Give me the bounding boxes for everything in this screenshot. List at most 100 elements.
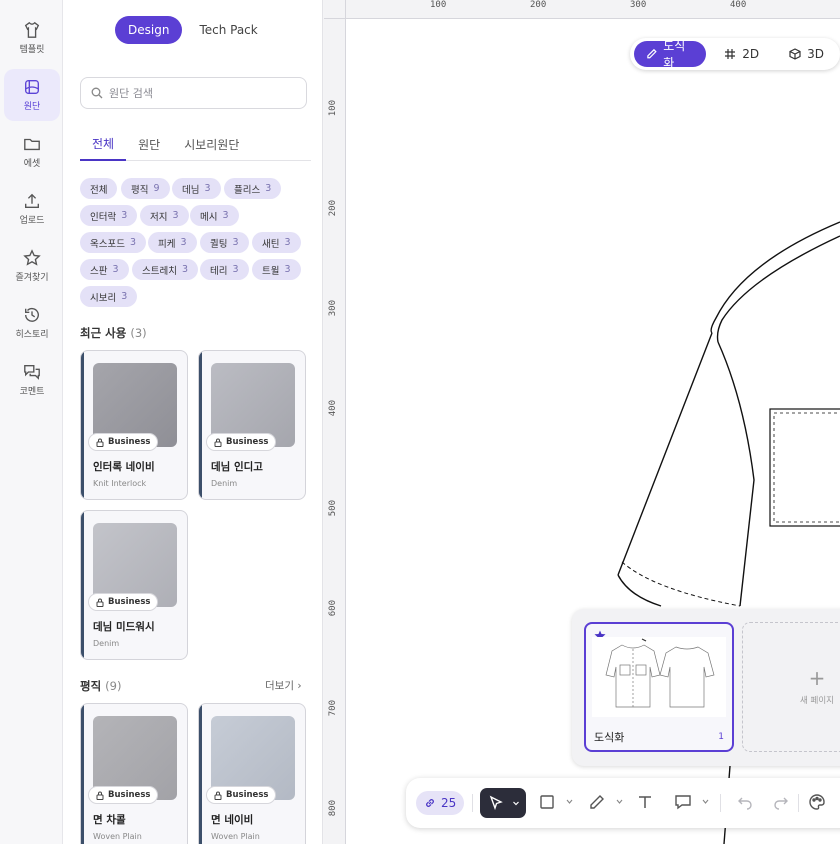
tab-rib-fabric[interactable]: 시보리원단 xyxy=(172,128,251,161)
filter-chip[interactable]: 시보리 3 xyxy=(80,286,138,307)
filter-chip[interactable]: 플리스 3 xyxy=(224,178,282,199)
rail-item-history[interactable]: 히스토리 xyxy=(4,297,60,349)
star-icon xyxy=(23,249,41,266)
filter-chip[interactable]: 퀼팅 3 xyxy=(200,232,249,253)
plus-icon: + xyxy=(808,666,826,690)
chevron-down-icon[interactable] xyxy=(566,799,573,804)
new-page-button[interactable]: + 새 페이지 xyxy=(742,622,840,752)
fabric-card[interactable]: Business 면 차콜 Woven Plain xyxy=(80,703,188,844)
filter-chip[interactable]: 저지 3 xyxy=(140,205,189,226)
fabric-panel: Design Tech Pack 전체 원단 시보리원단 전체 평직9 데님3 … xyxy=(63,0,323,844)
fabric-card[interactable]: Business 데님 미드워시 Denim xyxy=(80,510,188,660)
sketch-view-button[interactable]: 도식화 xyxy=(634,39,707,70)
fabric-name: 인터록 네이비 xyxy=(93,461,155,473)
ruler-mark: 200 xyxy=(328,200,338,217)
rail-item-assets[interactable]: 에셋 xyxy=(4,126,60,178)
grid-icon xyxy=(725,49,736,59)
chip-label: 테리 xyxy=(210,265,228,277)
select-tool-button[interactable] xyxy=(480,788,526,818)
fabric-card[interactable]: Business 인터록 네이비 Knit Interlock xyxy=(80,350,188,500)
filter-chip[interactable]: 옥스포드 3 xyxy=(80,232,147,253)
design-canvas[interactable]: 100 200 300 400 100 200 300 400 500 600 … xyxy=(324,0,840,844)
filter-chip[interactable]: 피케 3 xyxy=(148,232,197,253)
rail-item-favorites[interactable]: 즐겨찾기 xyxy=(4,240,60,292)
fabric-card[interactable]: Business 면 네이비 Woven Plain xyxy=(198,703,306,844)
page-number: 1 xyxy=(718,732,724,742)
pencil-icon xyxy=(647,48,657,59)
cursor-icon xyxy=(489,795,503,811)
chip-label: 새틴 xyxy=(262,238,280,250)
see-more-link[interactable]: 더보기 › xyxy=(265,678,302,693)
new-page-label: 새 페이지 xyxy=(800,696,834,706)
filter-chip[interactable]: 전체 xyxy=(80,178,118,199)
folder-icon xyxy=(24,138,40,151)
icon-rail: 템플릿 원단 에셋 업로드 즐겨찾기 히스토리 코멘트 xyxy=(0,0,63,844)
redo-icon[interactable] xyxy=(772,793,790,811)
chevron-down-icon[interactable] xyxy=(616,799,623,804)
chip-count: 3 xyxy=(265,183,272,194)
chevron-down-icon[interactable] xyxy=(702,799,709,804)
fabric-card[interactable]: Business 데님 인디고 Denim xyxy=(198,350,306,500)
chip-label: 트윌 xyxy=(262,265,280,277)
chip-label: 피케 xyxy=(158,238,176,250)
zoom-control[interactable]: 25 xyxy=(416,791,465,815)
ruler-mark: 100 xyxy=(430,0,447,10)
rail-label: 코멘트 xyxy=(19,387,45,397)
mode-switch: Design Tech Pack xyxy=(115,16,271,44)
rail-item-upload[interactable]: 업로드 xyxy=(4,183,60,235)
zoom-value: 25 xyxy=(441,796,457,810)
comment-icon xyxy=(24,365,40,380)
plain-count: (9) xyxy=(105,679,122,693)
chip-count: 3 xyxy=(121,210,128,221)
tab-fabric[interactable]: 원단 xyxy=(126,128,172,161)
tab-all[interactable]: 전체 xyxy=(80,128,127,161)
comment-icon[interactable] xyxy=(674,793,692,811)
rail-item-fabric[interactable]: 원단 xyxy=(4,69,60,121)
page-thumbnail[interactable]: 도식화 1 xyxy=(584,622,734,752)
filter-chip[interactable]: 트윌 3 xyxy=(252,259,301,280)
business-badge: Business xyxy=(206,786,277,804)
2d-view-button[interactable]: 2D xyxy=(712,41,771,67)
rail-label: 원단 xyxy=(23,102,41,112)
lock-icon xyxy=(96,598,104,607)
chip-label: 메시 xyxy=(200,211,218,223)
rail-item-templates[interactable]: 템플릿 xyxy=(4,12,60,64)
filter-chip[interactable]: 데님 3 xyxy=(172,178,221,199)
chip-label: 평직 xyxy=(131,184,149,196)
text-icon[interactable] xyxy=(636,793,654,811)
lock-icon xyxy=(96,791,104,800)
chip-count: 3 xyxy=(284,237,291,248)
chip-label: 전체 xyxy=(90,184,108,196)
badge-label: Business xyxy=(108,790,151,800)
view-label: 3D xyxy=(807,47,824,61)
undo-icon[interactable] xyxy=(736,793,754,811)
rectangle-icon[interactable] xyxy=(538,793,556,811)
view-mode-switch: 도식화 2D 3D xyxy=(630,38,840,70)
category-tabs: 전체 원단 시보리원단 xyxy=(80,128,311,161)
techpack-mode-button[interactable]: Tech Pack xyxy=(186,16,270,44)
filter-chip[interactable]: 새틴 3 xyxy=(252,232,301,253)
3d-view-button[interactable]: 3D xyxy=(777,41,836,67)
pen-icon[interactable] xyxy=(588,793,606,811)
rail-label: 업로드 xyxy=(19,216,45,226)
rail-label: 즐겨찾기 xyxy=(15,273,49,283)
filter-chip[interactable]: 테리 3 xyxy=(200,259,249,280)
fabric-search[interactable] xyxy=(80,77,307,109)
filter-chip[interactable]: 스트레치 3 xyxy=(132,259,199,280)
badge-label: Business xyxy=(108,437,151,447)
search-input[interactable] xyxy=(109,86,289,100)
chip-label: 플리스 xyxy=(234,184,261,196)
ruler-mark: 100 xyxy=(328,100,338,117)
fabric-type: Woven Plain xyxy=(93,832,142,841)
palette-icon[interactable] xyxy=(808,793,826,811)
filter-chip[interactable]: 평직 9 xyxy=(121,178,170,199)
chip-label: 저지 xyxy=(150,211,168,223)
rail-item-comments[interactable]: 코멘트 xyxy=(4,354,60,406)
design-mode-button[interactable]: Design xyxy=(115,16,183,44)
link-icon xyxy=(426,799,434,807)
filter-chip[interactable]: 인터락 3 xyxy=(80,205,138,226)
rail-label: 템플릿 xyxy=(19,45,45,55)
filter-chip[interactable]: 메시 3 xyxy=(190,205,239,226)
filter-chip[interactable]: 스판 3 xyxy=(80,259,129,280)
chip-count: 3 xyxy=(232,264,239,275)
